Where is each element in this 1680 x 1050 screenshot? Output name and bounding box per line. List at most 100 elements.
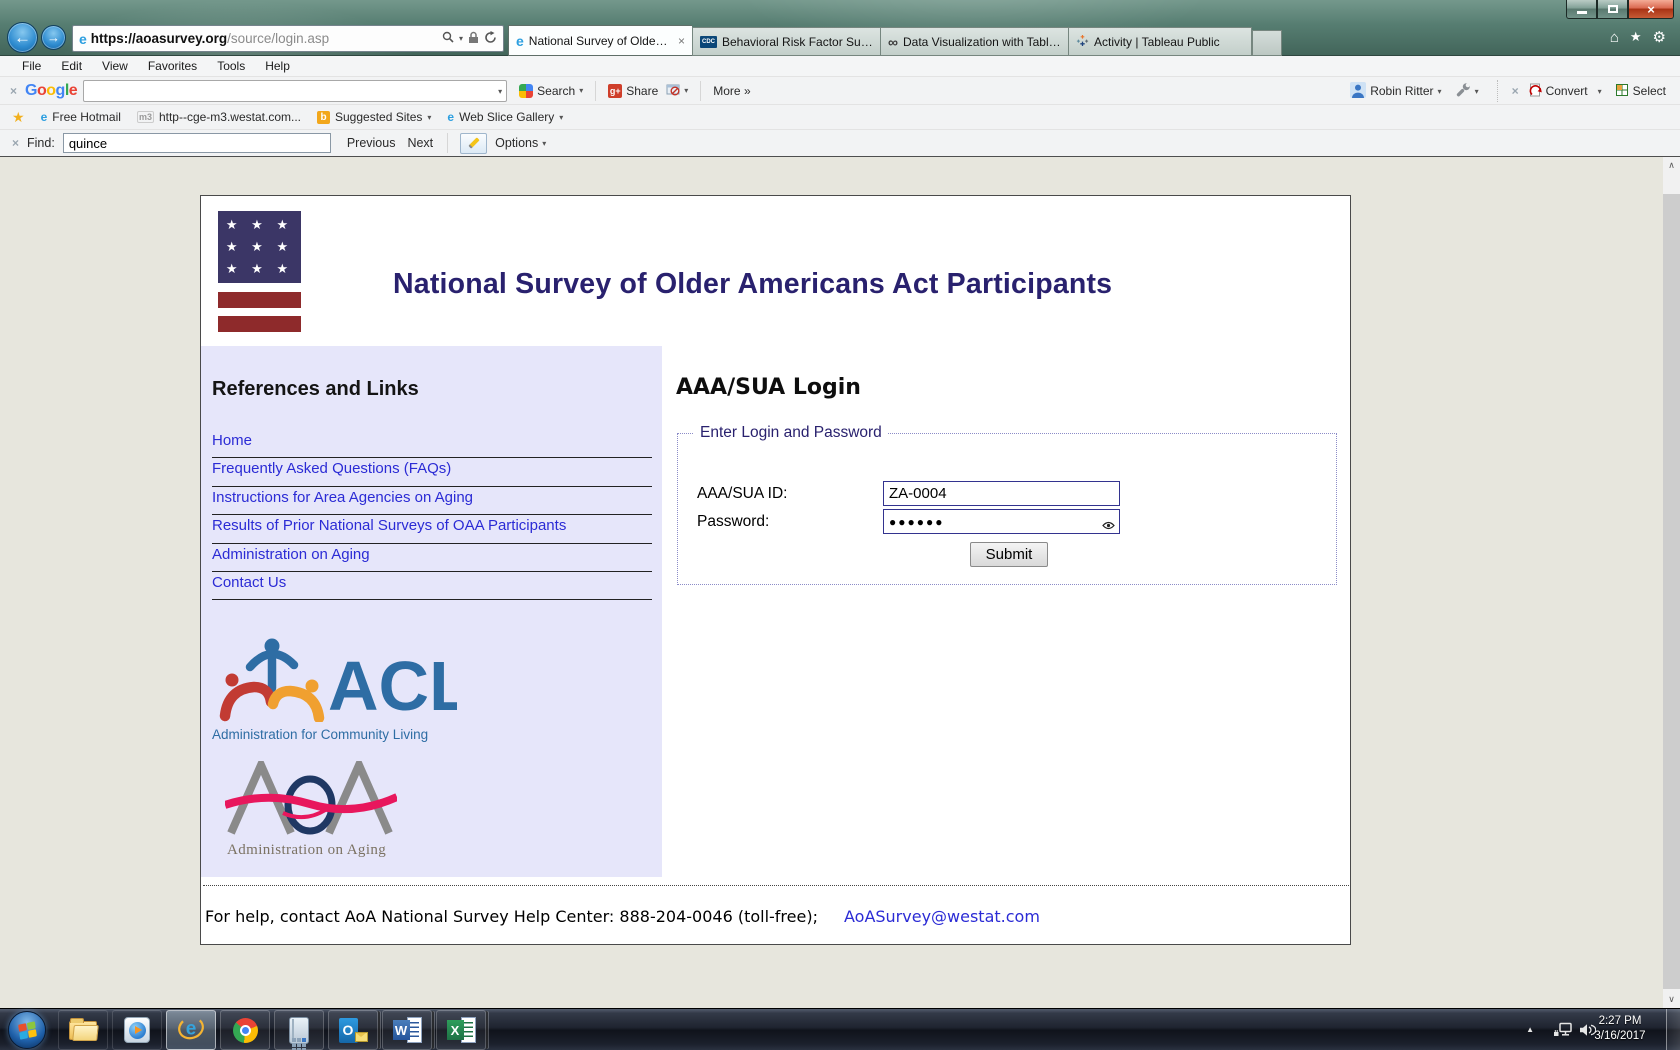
select-button[interactable]: Select: [1611, 83, 1670, 100]
popup-blocker-button[interactable]: ▾: [662, 83, 692, 99]
new-tab-button[interactable]: [1252, 30, 1282, 56]
close-icon: ×: [1647, 1, 1655, 17]
outlook-icon: O: [338, 1017, 368, 1043]
highlighter-icon: [467, 137, 480, 149]
adobe-toolbar-close-icon[interactable]: ×: [1512, 84, 1519, 98]
acl-letters: ACL: [328, 647, 457, 722]
favorites-star-icon[interactable]: ★: [1630, 30, 1642, 45]
screen: × ← → e https://aoasurvey.org/source/log…: [0, 0, 1680, 1050]
google-toolbar: × Google ▾ Search ▾ g+ Share ▾ More » Ro…: [0, 76, 1680, 104]
more-button[interactable]: More »: [709, 84, 754, 98]
menu-help[interactable]: Help: [255, 59, 300, 73]
search-dropdown-icon[interactable]: ▾: [459, 34, 463, 43]
tab-tableau-course[interactable]: ∞ Data Visualization with Tablea...: [880, 27, 1068, 56]
favorite-suggested-sites[interactable]: b Suggested Sites ▾: [317, 110, 431, 124]
forward-button[interactable]: →: [41, 25, 66, 50]
submit-button[interactable]: Submit: [970, 542, 1048, 567]
sidebar-link-home[interactable]: Home: [212, 430, 652, 459]
taskbar-clock[interactable]: 2:27 PM 3/16/2017: [1582, 1014, 1658, 1044]
window-controls: ×: [1566, 0, 1674, 19]
taskbar-internet-explorer[interactable]: e: [166, 1010, 216, 1050]
show-desktop-button[interactable]: [1666, 1009, 1680, 1050]
find-previous-button[interactable]: Previous: [341, 136, 402, 150]
search-options-dropdown-icon: ▾: [579, 86, 584, 95]
tab-national-survey[interactable]: e National Survey of Older A... ×: [508, 25, 692, 56]
toolbar-settings-button[interactable]: ▾: [1451, 82, 1483, 101]
find-close-icon[interactable]: ×: [12, 136, 19, 150]
sidebar-link-contact[interactable]: Contact Us: [212, 572, 652, 601]
scroll-down-button[interactable]: ∨: [1663, 991, 1680, 1008]
password-input[interactable]: [883, 509, 1120, 534]
clock-time: 2:27 PM: [1598, 1015, 1642, 1027]
sidebar-link-instructions[interactable]: Instructions for Area Agencies on Aging: [212, 487, 652, 516]
taskbar-chrome[interactable]: [220, 1010, 270, 1050]
taskbar-excel[interactable]: X: [436, 1010, 486, 1050]
taskbar-calculator[interactable]: [274, 1010, 324, 1050]
toolbar-close-icon[interactable]: ×: [10, 84, 17, 98]
tray-show-hidden-icons[interactable]: ▲: [1526, 1025, 1534, 1034]
find-input[interactable]: [62, 133, 331, 153]
sidebar-links: Home Frequently Asked Questions (FAQs) I…: [212, 430, 652, 601]
find-next-button[interactable]: Next: [401, 136, 439, 150]
id-input[interactable]: [883, 481, 1120, 506]
minimize-button[interactable]: [1566, 0, 1597, 19]
tab-close-icon[interactable]: ×: [674, 34, 685, 48]
google-search-input[interactable]: [83, 79, 508, 102]
search-history-dropdown-icon[interactable]: ▾: [498, 87, 502, 96]
password-reveal-icon[interactable]: [1102, 517, 1115, 535]
tab-brfss[interactable]: CDC Behavioral Risk Factor Surveilla...: [692, 27, 880, 56]
share-button[interactable]: g+ Share: [604, 83, 662, 98]
start-button[interactable]: [8, 1011, 46, 1049]
menu-tools[interactable]: Tools: [207, 59, 255, 73]
back-button[interactable]: ←: [7, 22, 38, 53]
calculator-icon: [289, 1016, 309, 1050]
highlight-all-button[interactable]: [460, 132, 488, 154]
menu-edit[interactable]: Edit: [51, 59, 92, 73]
ie-tab-icon: e: [516, 32, 524, 49]
menu-file[interactable]: File: [12, 59, 51, 73]
sidebar: References and Links Home Frequently Ask…: [201, 346, 662, 877]
scroll-up-button[interactable]: ∧: [1663, 157, 1680, 174]
convert-button[interactable]: Convert ▾: [1524, 83, 1606, 100]
tab-label: Activity | Tableau Public: [1094, 34, 1220, 49]
popup-blocker-icon: [666, 83, 680, 99]
search-icon[interactable]: [442, 31, 454, 46]
favorite-web-slice-gallery[interactable]: e Web Slice Gallery ▾: [447, 110, 563, 124]
page-content: ★ ★ ★ ★ ★ ★ ★ ★ ★ National Survey of Old…: [200, 195, 1351, 945]
sidebar-link-prior-results[interactable]: Results of Prior National Surveys of OAA…: [212, 515, 652, 544]
scrollbar-thumb[interactable]: [1663, 194, 1680, 989]
id-label: AAA/SUA ID:: [697, 485, 788, 502]
tab-tableau-public[interactable]: Activity | Tableau Public: [1068, 27, 1252, 56]
user-menu[interactable]: Robin Ritter ▾: [1346, 81, 1445, 101]
favorite-cge-m3[interactable]: m3 http--cge-m3.westat.com...: [136, 110, 301, 124]
add-favorite-button[interactable]: ★: [12, 110, 25, 124]
menu-view[interactable]: View: [92, 59, 138, 73]
menu-favorites[interactable]: Favorites: [138, 59, 207, 73]
google-search-button[interactable]: Search ▾: [515, 83, 587, 98]
help-email-link[interactable]: AoASurvey@westat.com: [844, 907, 1040, 926]
taskbar-windows-explorer[interactable]: [58, 1010, 108, 1050]
maximize-button[interactable]: [1597, 0, 1628, 19]
refresh-icon[interactable]: [484, 30, 497, 47]
network-icon[interactable]: [1552, 1022, 1573, 1043]
media-player-icon: [124, 1017, 150, 1043]
address-bar[interactable]: e https://aoasurvey.org/source/login.asp…: [72, 25, 504, 52]
sidebar-link-faqs[interactable]: Frequently Asked Questions (FAQs): [212, 458, 652, 487]
find-label: Find:: [27, 136, 55, 150]
home-icon[interactable]: ⌂: [1610, 30, 1619, 45]
taskbar-outlook[interactable]: O: [328, 1010, 378, 1050]
taskbar-word[interactable]: W: [382, 1010, 432, 1050]
url-host: https://aoasurvey.org: [90, 31, 228, 46]
taskbar-media-player[interactable]: [112, 1010, 162, 1050]
find-options-button[interactable]: Options ▾: [491, 136, 550, 150]
folder-icon: [69, 1017, 97, 1040]
settings-gear-icon[interactable]: ⚙: [1653, 30, 1666, 45]
vertical-scrollbar[interactable]: ∧ ∨: [1663, 157, 1680, 1008]
favorite-free-hotmail[interactable]: e Free Hotmail: [41, 110, 121, 124]
avatar-icon: [1350, 81, 1367, 101]
close-button[interactable]: ×: [1628, 0, 1674, 19]
menu-bar: File Edit View Favorites Tools Help: [0, 56, 1680, 76]
favorites-bar: ★ e Free Hotmail m3 http--cge-m3.westat.…: [0, 104, 1680, 129]
sidebar-link-aoa[interactable]: Administration on Aging: [212, 544, 652, 572]
m3-favicon: m3: [136, 111, 154, 123]
